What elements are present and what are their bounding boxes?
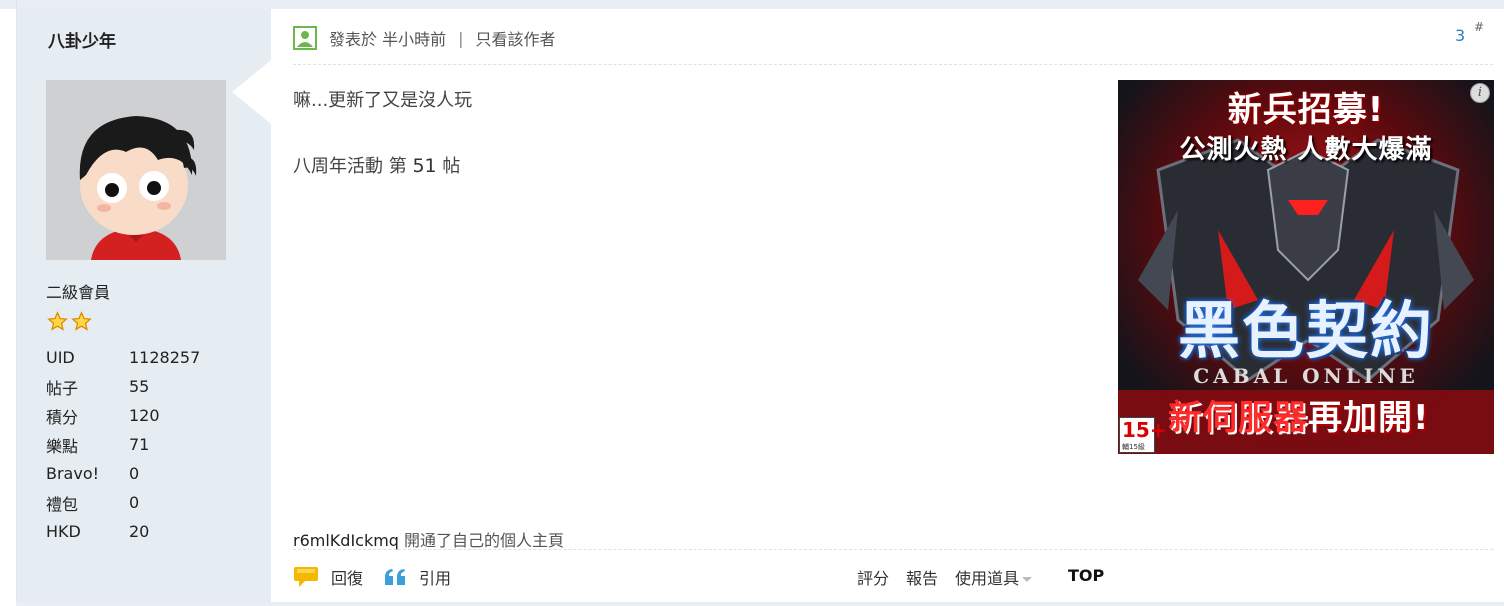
advertisement-banner[interactable]: 新兵招募! 公測火熱 人數大爆滿 黑色契約 CABAL ONLINE 新伺服器再… (1118, 80, 1494, 454)
avatar-cartoon-boy-image (46, 80, 226, 260)
anniversary-prefix: 八周年活動 第 (293, 156, 407, 177)
member-rank: 二級會員 (46, 283, 111, 302)
report-link[interactable]: 報告 (906, 565, 938, 589)
stat-row-uid: UID 1128257 (46, 343, 266, 372)
anniversary-number: 51 (412, 155, 437, 177)
top-divider (0, 0, 1504, 9)
post-time: 發表於 半小時前 (329, 30, 447, 49)
stat-value: 120 (129, 406, 160, 425)
quote-button[interactable]: 引用 (383, 565, 451, 589)
post-tools: 評分 報告 使用道具 (857, 565, 1049, 589)
activity-user-link[interactable]: r6mlKdIckmq (293, 531, 399, 550)
post-actions: 回復 引用 (293, 563, 471, 591)
back-to-top-link[interactable]: TOP (1068, 566, 1104, 585)
stat-label: 帖子 (46, 378, 79, 398)
stat-value[interactable]: 55 (129, 377, 149, 396)
stat-row-gifts: 禮包 0 (46, 488, 266, 517)
ad-headline: 新兵招募! (1227, 90, 1385, 130)
activity-notice: r6mlKdIckmq 開通了自己的個人主頁 (293, 527, 564, 551)
stat-row-hkd: HKD 20 (46, 517, 266, 546)
floor-symbol: # (1474, 20, 1485, 34)
online-status-icon (293, 26, 317, 50)
use-tools-dropdown[interactable]: 使用道具 (955, 565, 1033, 589)
rating-number: 15+ (1122, 418, 1167, 442)
post-floor-link[interactable]: 3 # (1455, 20, 1484, 45)
only-author-link[interactable]: 只看該作者 (475, 26, 555, 50)
stat-row-posts: 帖子 55 (46, 372, 266, 401)
reply-label: 回復 (331, 569, 364, 588)
ad-game-title: 黑色契約 (1177, 294, 1434, 367)
reply-button[interactable]: 回復 (293, 565, 363, 589)
star-icon (47, 311, 68, 331)
author-name[interactable]: 八卦少年 (48, 27, 116, 52)
stat-label: 樂點 (46, 436, 79, 456)
stat-value: 0 (129, 493, 140, 512)
rate-link[interactable]: 評分 (857, 565, 889, 589)
footer-divider (293, 549, 1493, 550)
stat-label: UID (46, 348, 75, 367)
speech-bubble-icon (294, 567, 318, 587)
stat-value: 71 (129, 435, 150, 454)
stat-row-points: 積分 120 (46, 401, 266, 430)
ad-promo-part2: 再加開! (1308, 398, 1430, 438)
ad-promo-part1: 新伺服器 (1168, 398, 1308, 438)
speech-bubble-arrow (232, 60, 271, 124)
separator: | (458, 28, 464, 48)
stat-row-happy-points: 樂點 71 (46, 430, 266, 459)
quote-label: 引用 (419, 569, 452, 588)
stat-label: HKD (46, 522, 81, 541)
stat-value: 0 (129, 464, 140, 483)
floor-number[interactable]: 3 (1455, 26, 1465, 45)
post-anniversary-line: 八周年活動 第 51 帖 (293, 152, 460, 178)
ad-rating-badge: 15+ 輔15級 (1119, 417, 1167, 453)
chevron-down-icon (1022, 577, 1033, 582)
rank-stars (47, 311, 92, 332)
use-tools-label: 使用道具 (955, 569, 1020, 588)
activity-text: 開通了自己的個人主頁 (398, 531, 565, 550)
ad-info-icon[interactable]: i (1470, 83, 1490, 103)
post-header: 發表於 半小時前 | 只看該作者 (293, 24, 556, 52)
stat-label: 禮包 (46, 494, 79, 514)
stat-label: 積分 (46, 407, 79, 427)
stat-label: Bravo! (46, 464, 100, 483)
bottom-divider (16, 602, 1504, 606)
post-content-text: 嘛...更新了又是沒人玩 (293, 90, 473, 111)
star-icon (71, 311, 92, 331)
quote-icon (385, 569, 406, 585)
stat-value: 20 (129, 522, 150, 541)
avatar[interactable] (46, 80, 226, 260)
anniversary-suffix: 帖 (442, 156, 461, 177)
stat-value[interactable]: 1128257 (129, 348, 200, 367)
ad-promo: 新伺服器再加開! (1168, 390, 1430, 439)
header-divider (293, 64, 1493, 65)
ad-game-subtitle: CABAL ONLINE (1193, 364, 1419, 388)
stat-row-bravo: Bravo! 0 (46, 459, 266, 488)
author-stats: UID 1128257 帖子 55 積分 120 樂點 71 Bravo! 0 … (46, 343, 266, 546)
ad-subline: 公測火熱 人數大爆滿 (1179, 135, 1433, 165)
rating-note: 輔15級 (1122, 443, 1145, 451)
forum-post: 八卦少年 二級會員 UID 1128257 帖子 55 積分 120 樂點 71… (0, 0, 1504, 606)
